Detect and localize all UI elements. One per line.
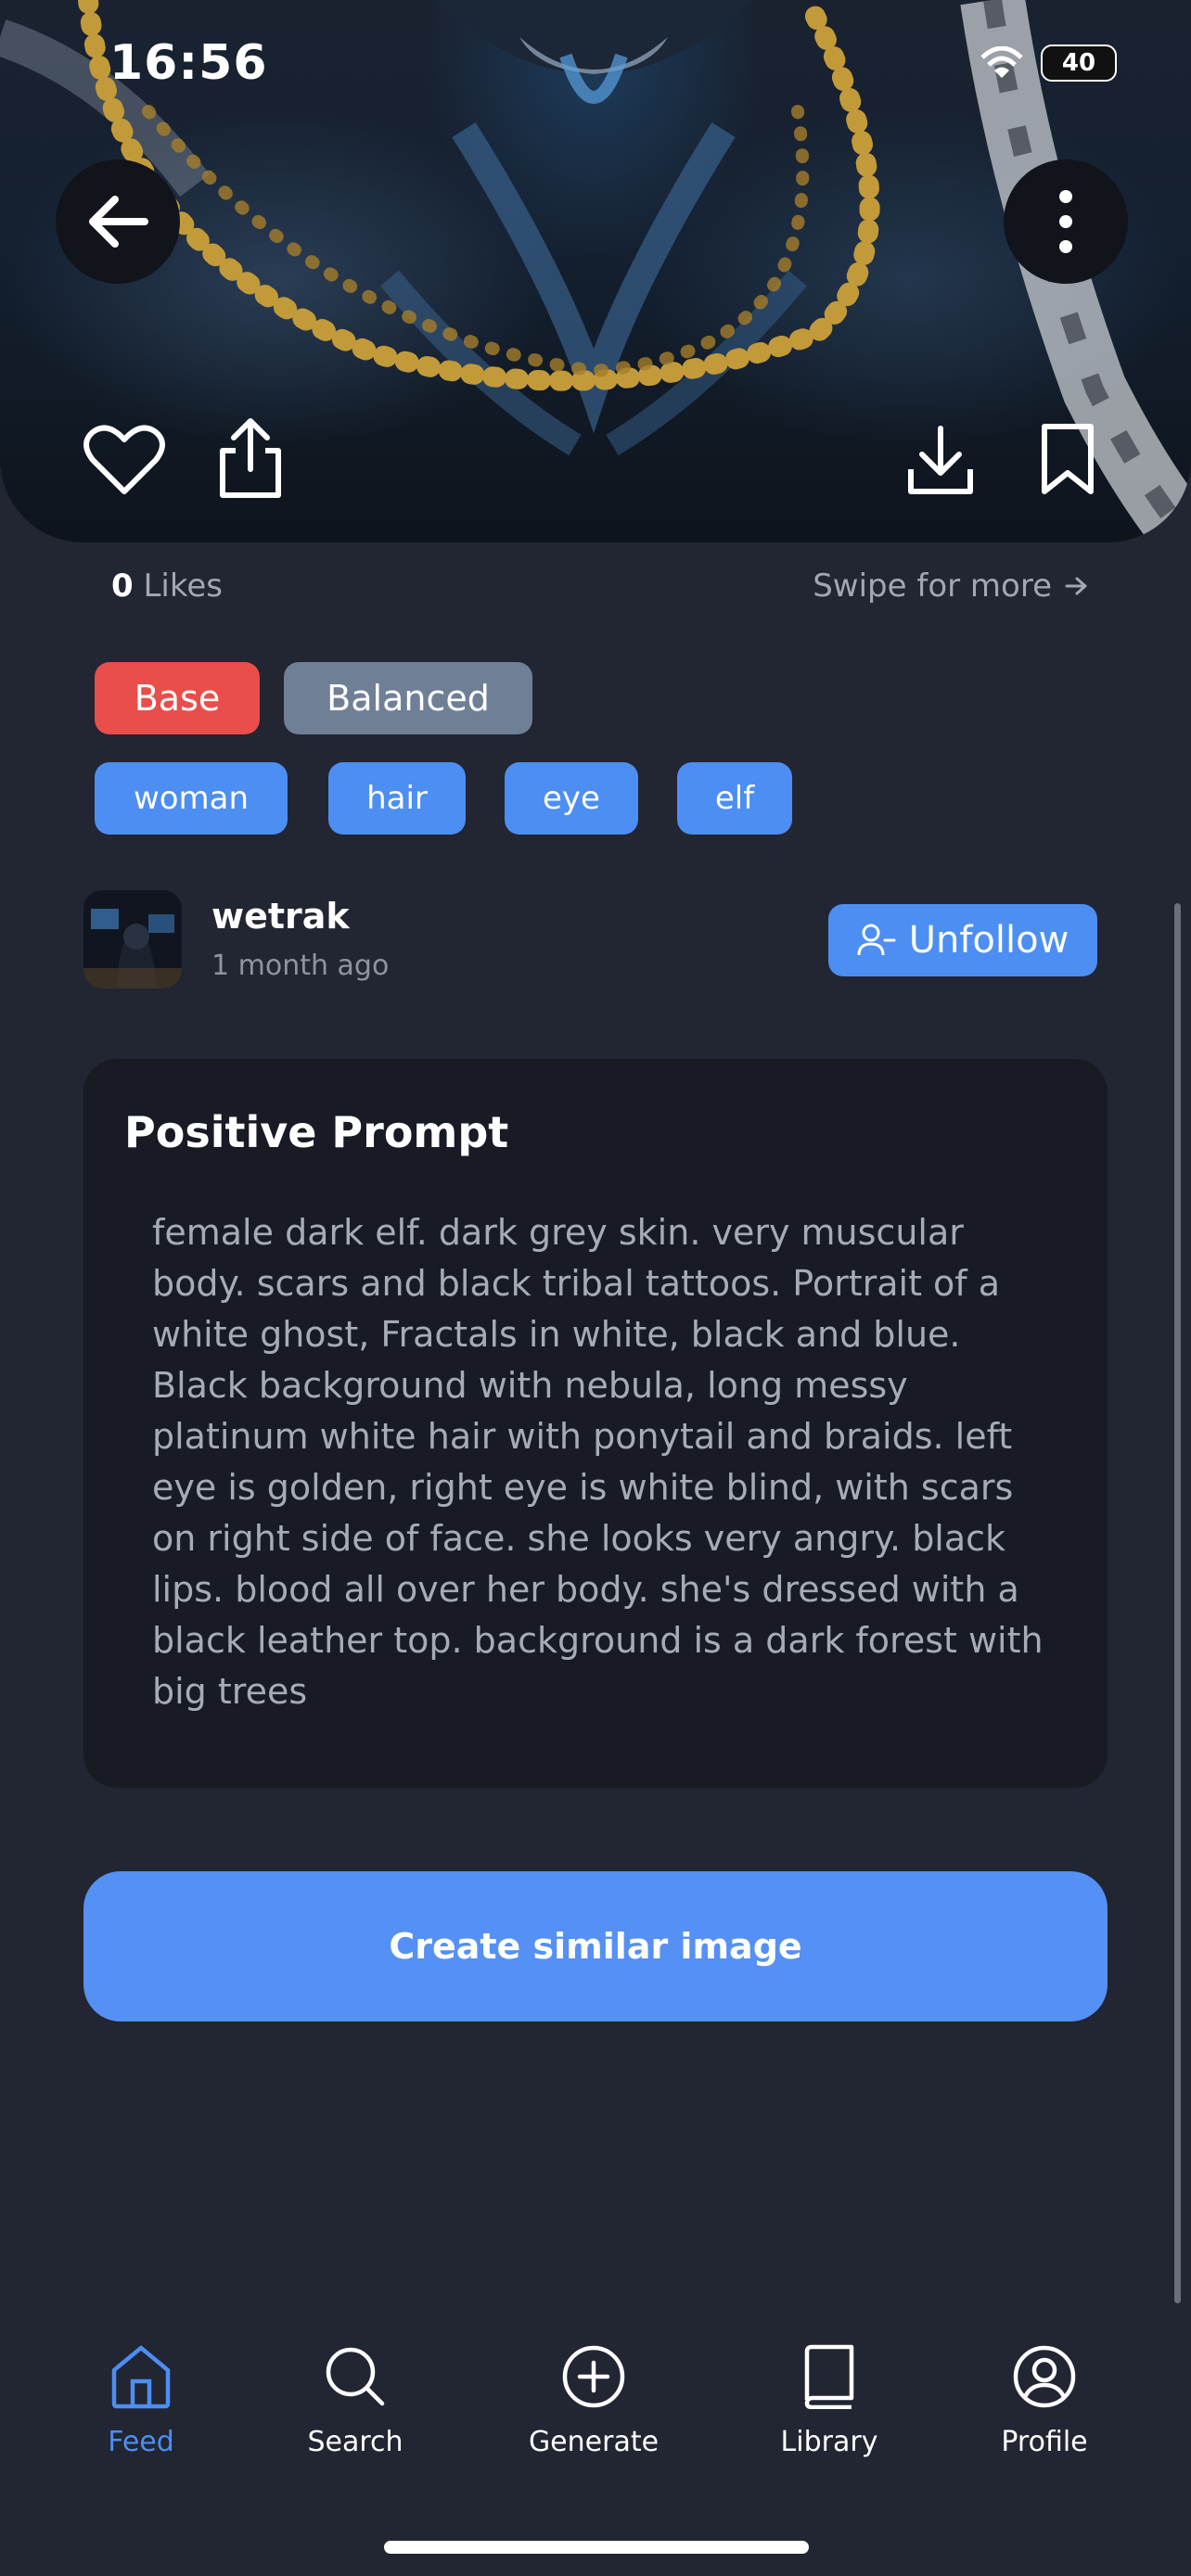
tag-hair[interactable]: hair	[328, 762, 466, 835]
model-chip-balanced: Balanced	[284, 662, 532, 734]
hero-image[interactable]: 16:56 40	[0, 0, 1191, 542]
tag-elf[interactable]: elf	[677, 762, 792, 835]
unfollow-label: Unfollow	[908, 919, 1069, 962]
tab-feed-label: Feed	[108, 2426, 174, 2458]
unfollow-button[interactable]: Unfollow	[828, 904, 1097, 976]
tab-library-label: Library	[780, 2426, 878, 2458]
home-indicator	[384, 2541, 809, 2554]
book-icon	[804, 2344, 854, 2409]
likes-count: 0 Likes	[111, 567, 223, 605]
swipe-hint-text: Swipe for more	[813, 567, 1052, 605]
bookmark-icon[interactable]	[1039, 423, 1096, 497]
swipe-hint: Swipe for more	[813, 567, 1089, 605]
arrow-right-icon	[1065, 577, 1087, 595]
post-time: 1 month ago	[211, 950, 390, 982]
scrollbar[interactable]	[1174, 903, 1181, 2303]
heart-icon[interactable]	[83, 423, 165, 497]
more-vertical-icon	[1059, 190, 1072, 253]
tab-profile[interactable]: Profile	[952, 2344, 1137, 2458]
tab-generate[interactable]: Generate	[501, 2344, 686, 2458]
tab-search-label: Search	[307, 2426, 403, 2458]
avatar[interactable]	[83, 890, 182, 988]
download-icon[interactable]	[905, 423, 976, 497]
tag-woman[interactable]: woman	[95, 762, 288, 835]
tab-generate-label: Generate	[528, 2426, 660, 2458]
status-time: 16:56	[109, 35, 268, 91]
plus-circle-icon	[562, 2345, 625, 2408]
tab-library[interactable]: Library	[736, 2344, 922, 2458]
model-chip-base: Base	[95, 662, 260, 734]
author-name[interactable]: wetrak	[211, 896, 350, 937]
arrow-left-icon	[89, 196, 148, 248]
wifi-icon	[980, 46, 1023, 78]
user-icon	[1013, 2345, 1076, 2408]
share-icon[interactable]	[217, 417, 284, 499]
battery-indicator: 40	[1041, 45, 1117, 82]
search-icon	[326, 2347, 385, 2406]
back-button[interactable]	[56, 159, 180, 284]
tag-eye[interactable]: eye	[505, 762, 638, 835]
tab-feed[interactable]: Feed	[48, 2344, 234, 2458]
home-icon	[111, 2345, 171, 2409]
tab-profile-label: Profile	[1001, 2426, 1088, 2458]
likes-number: 0	[111, 567, 134, 605]
prompt-title: Positive Prompt	[124, 1107, 509, 1157]
status-icons: 40	[980, 45, 1117, 82]
prompt-text: female dark elf. dark grey skin. very mu…	[152, 1212, 1044, 1712]
create-similar-button[interactable]: Create similar image	[83, 1871, 1108, 2021]
more-options-button[interactable]	[1004, 159, 1128, 284]
tab-search[interactable]: Search	[263, 2344, 448, 2458]
user-minus-icon	[857, 924, 896, 956]
prompt-card: Positive Prompt female dark elf. dark gr…	[83, 1059, 1108, 1788]
avatar-image	[83, 890, 182, 988]
likes-label: Likes	[143, 567, 223, 605]
